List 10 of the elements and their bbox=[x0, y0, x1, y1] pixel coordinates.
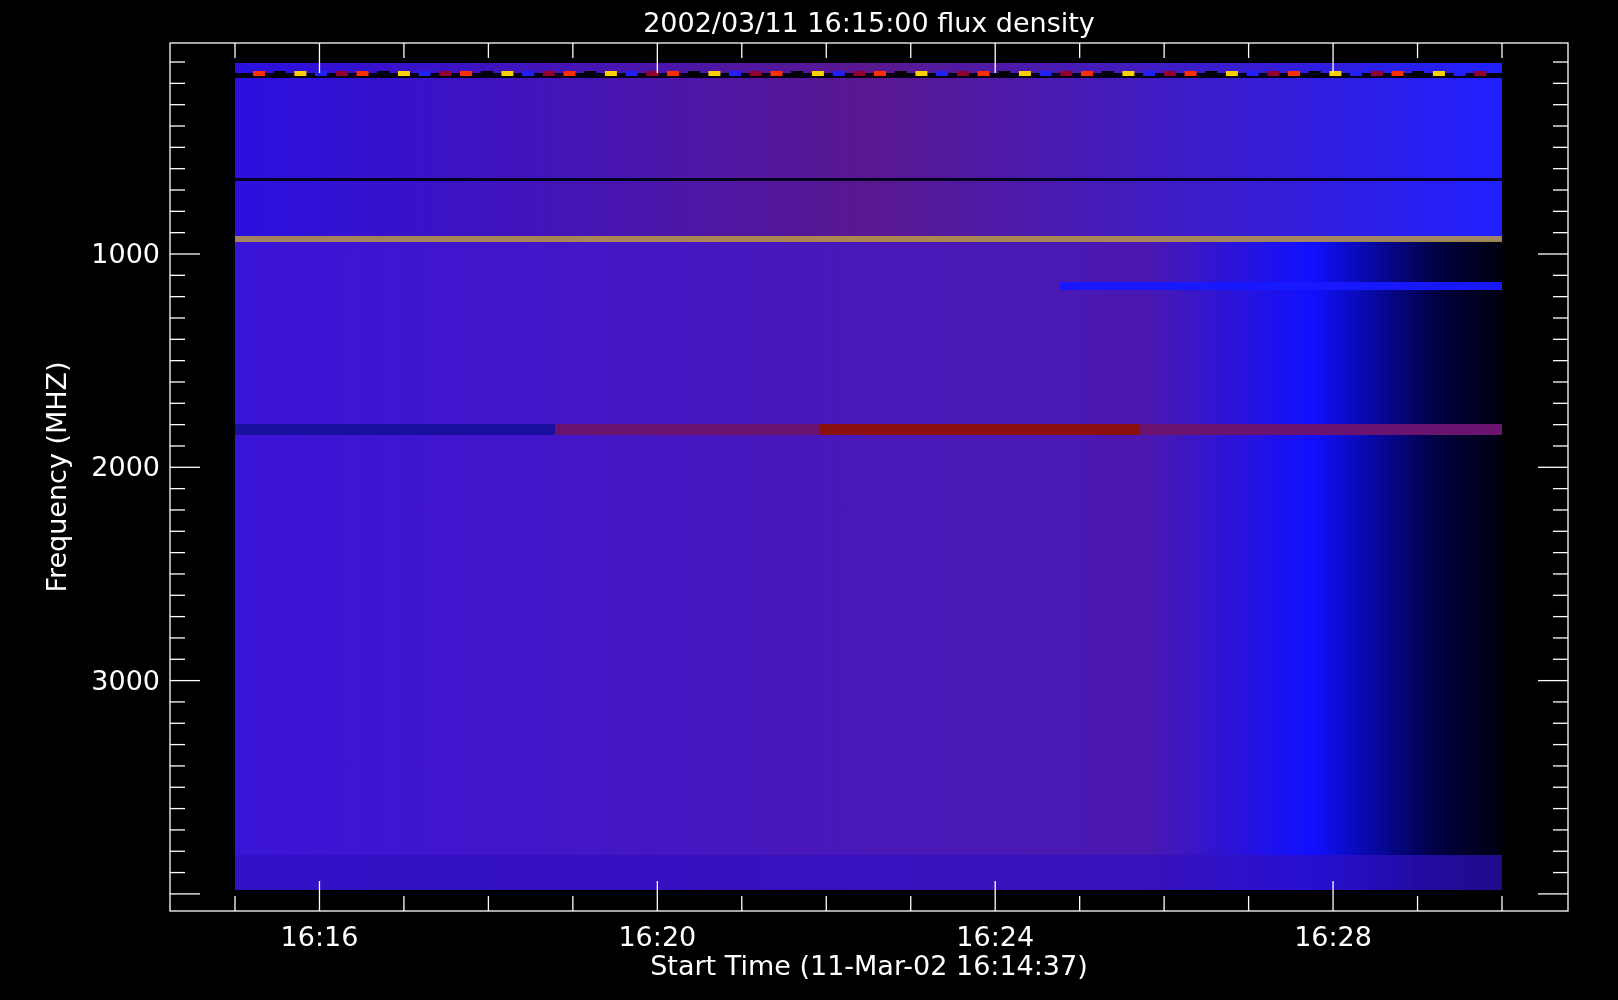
chart-title: 2002/03/11 16:15:00 flux density bbox=[643, 7, 1095, 38]
tick-label: 16:16 bbox=[280, 921, 359, 952]
tick-label: 2000 bbox=[91, 451, 160, 483]
axis-title: Start Time (11-Mar-02 16:14:37) bbox=[650, 950, 1088, 981]
tick-label: 16:24 bbox=[956, 921, 1035, 952]
tick-label: 3000 bbox=[91, 664, 160, 696]
tick-label: 1000 bbox=[91, 238, 160, 269]
axis-title: Frequency (MHZ) bbox=[41, 361, 72, 593]
tick-label: 16:20 bbox=[618, 921, 697, 952]
tick-label: 16:28 bbox=[1294, 921, 1372, 952]
